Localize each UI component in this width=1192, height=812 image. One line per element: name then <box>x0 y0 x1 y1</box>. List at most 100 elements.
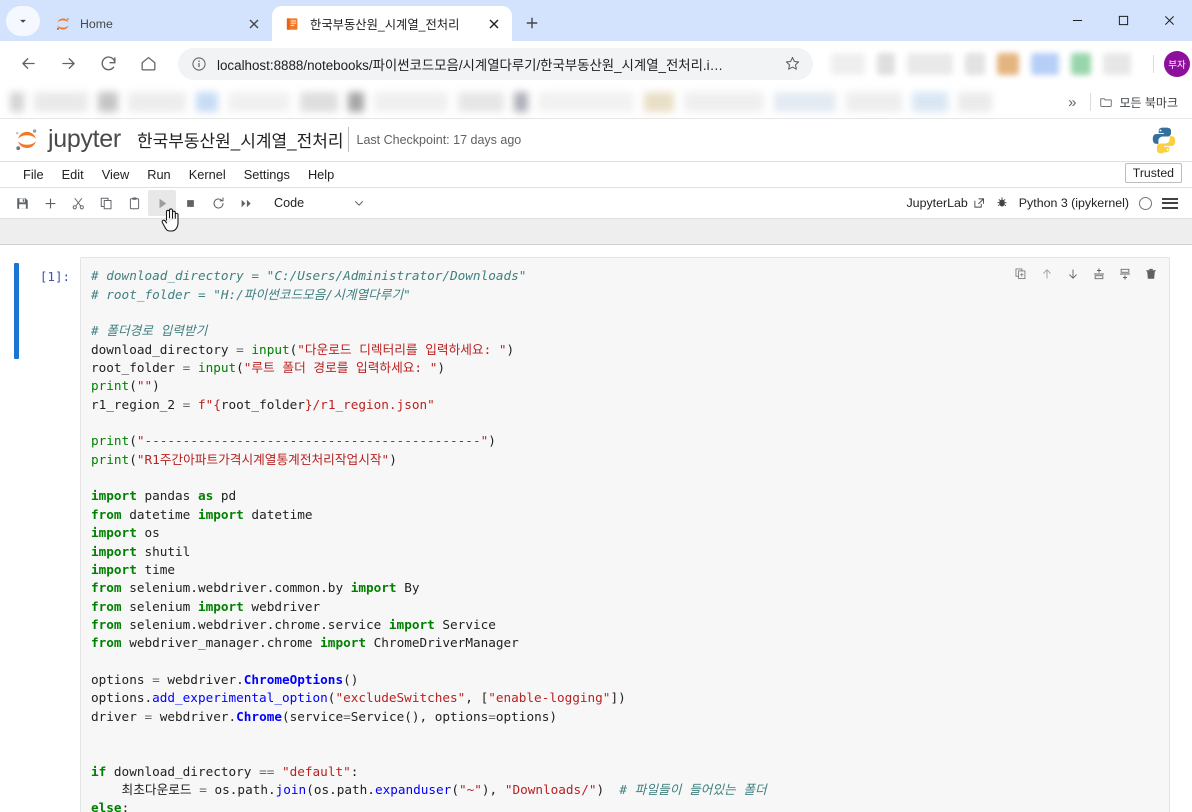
last-checkpoint-label: Last Checkpoint: 17 days ago <box>356 132 522 147</box>
bookmark-item-blurred[interactable] <box>644 92 674 112</box>
extension-icon-blurred[interactable] <box>1103 52 1131 75</box>
notebook-name[interactable]: 한국부동산원_시계열_전처리 <box>137 127 349 153</box>
paste-cell-button[interactable] <box>120 190 148 216</box>
jupyterlab-link[interactable]: JupyterLab <box>906 196 984 210</box>
forward-arrow-icon[interactable] <box>53 49 83 79</box>
all-bookmarks-button[interactable]: 모든 북마크 <box>1099 94 1184 111</box>
menu-edit[interactable]: Edit <box>53 164 93 185</box>
tab-strip: Home 한국부동산원_시계열_전처리 <box>0 0 1192 41</box>
move-cell-down-icon[interactable] <box>1061 263 1085 285</box>
close-icon[interactable] <box>484 14 504 34</box>
insert-cell-above-icon[interactable] <box>1087 263 1111 285</box>
cell-execution-prompt: [1]: <box>39 269 70 285</box>
jupyter-logo[interactable]: jupyter <box>14 125 121 154</box>
tab-search-button[interactable] <box>6 6 40 36</box>
extension-icon-blurred[interactable] <box>997 52 1019 75</box>
menu-help[interactable]: Help <box>299 164 343 185</box>
interrupt-kernel-button[interactable] <box>176 190 204 216</box>
jupyter-toolbar: Code JupyterLab Python 3 (ipykernel) <box>0 188 1192 220</box>
bookmark-item-blurred[interactable] <box>846 92 902 112</box>
insert-cell-below-icon[interactable] <box>1113 263 1137 285</box>
restart-kernel-button[interactable] <box>204 190 232 216</box>
bookmark-item-blurred[interactable] <box>98 92 118 112</box>
save-button[interactable] <box>8 190 36 216</box>
notebook-panel-menu-icon[interactable] <box>1162 197 1178 209</box>
maximize-button[interactable] <box>1100 0 1146 41</box>
cut-cell-button[interactable] <box>64 190 92 216</box>
bookmark-item-blurred[interactable] <box>348 92 364 112</box>
debugger-icon[interactable] <box>995 195 1009 212</box>
menu-file[interactable]: File <box>14 164 53 185</box>
jupyter-logo-icon <box>16 129 37 150</box>
scissors-icon <box>72 197 84 209</box>
cell-source-code[interactable]: # download_directory = "C:/Users/Adminis… <box>81 258 1169 812</box>
back-arrow-icon[interactable] <box>13 49 43 79</box>
close-icon[interactable] <box>244 14 264 34</box>
jupyterlab-label: JupyterLab <box>906 196 968 211</box>
restart-run-all-button[interactable] <box>232 190 260 216</box>
bookmarks-bar: » 모든 북마크 <box>0 86 1192 119</box>
site-info-icon[interactable] <box>190 55 208 73</box>
close-window-button[interactable] <box>1146 0 1192 41</box>
bookmark-item-blurred[interactable] <box>538 92 634 112</box>
copy-cell-button[interactable] <box>92 190 120 216</box>
notebook-icon <box>284 15 301 32</box>
bookmark-item-blurred[interactable] <box>228 92 290 112</box>
notebook-cell[interactable]: [1]: # download_directory = "C:/Users/Ad… <box>0 257 1192 812</box>
bookmark-item-blurred[interactable] <box>374 92 448 112</box>
run-cell-button[interactable] <box>148 190 176 217</box>
new-tab-button[interactable] <box>518 9 546 37</box>
bookmark-item-blurred[interactable] <box>458 92 504 112</box>
menu-view[interactable]: View <box>93 164 139 185</box>
extension-icon-blurred[interactable] <box>907 52 953 75</box>
bookmarks-overflow-icon[interactable]: » <box>1062 94 1082 111</box>
browser-tab-notebook[interactable]: 한국부동산원_시계열_전처리 <box>272 6 512 41</box>
menu-settings[interactable]: Settings <box>235 164 299 185</box>
jupyter-toolbar-right: JupyterLab Python 3 (ipykernel) <box>906 195 1184 212</box>
notebook-scroll-area[interactable]: [1]: # download_directory = "C:/Users/Ad… <box>0 245 1192 812</box>
reload-icon[interactable] <box>93 49 123 79</box>
extension-icon-blurred[interactable] <box>877 52 895 75</box>
bookmark-item-blurred[interactable] <box>34 92 88 112</box>
bookmark-item-blurred[interactable] <box>514 92 528 112</box>
jupyter-menubar: File Edit View Run Kernel Settings Help … <box>0 162 1192 188</box>
cell-input-area[interactable]: # download_directory = "C:/Users/Adminis… <box>80 257 1170 812</box>
address-bar[interactable]: localhost:8888/notebooks/파이썬코드모음/시계열다루기/… <box>178 47 813 80</box>
extension-icon-blurred[interactable] <box>1071 52 1091 75</box>
home-icon[interactable] <box>133 49 163 79</box>
bookmark-star-icon[interactable] <box>781 53 803 75</box>
menu-kernel[interactable]: Kernel <box>180 164 235 185</box>
bookmark-item-blurred[interactable] <box>128 92 186 112</box>
profile-avatar[interactable]: 부자 <box>1164 50 1190 77</box>
bookmark-item-blurred[interactable] <box>912 92 948 112</box>
delete-cell-icon[interactable] <box>1139 263 1163 285</box>
extension-icon-blurred[interactable] <box>965 52 985 75</box>
bookmark-item-blurred[interactable] <box>958 92 992 112</box>
kernel-status-indicator[interactable] <box>1139 196 1152 210</box>
duplicate-cell-icon[interactable] <box>1009 263 1033 285</box>
menu-run[interactable]: Run <box>138 164 179 185</box>
jupyter-wordmark: jupyter <box>48 125 121 154</box>
minimize-button[interactable] <box>1054 0 1100 41</box>
bookmark-item-blurred[interactable] <box>300 92 338 112</box>
bookmark-item-blurred[interactable] <box>196 92 218 112</box>
window-controls <box>1054 0 1192 41</box>
python-logo-icon <box>1150 126 1178 154</box>
extension-icon-blurred[interactable] <box>831 52 865 75</box>
bookmark-item-blurred[interactable] <box>10 92 24 112</box>
cell-type-select[interactable]: Code <box>270 194 370 212</box>
copy-icon <box>100 197 111 209</box>
move-cell-up-icon[interactable] <box>1035 263 1059 285</box>
insert-cell-button[interactable] <box>36 190 64 216</box>
browser-tab-home[interactable]: Home <box>42 6 272 41</box>
address-bar-url: localhost:8888/notebooks/파이썬코드모음/시계열다루기/… <box>217 57 723 73</box>
trusted-badge[interactable]: Trusted <box>1124 162 1182 183</box>
notebook-scrollbar[interactable] <box>1183 245 1192 812</box>
bookmark-item-blurred[interactable] <box>774 92 836 112</box>
tab-title: Home <box>80 16 113 31</box>
kernel-name-label[interactable]: Python 3 (ipykernel) <box>1019 196 1129 210</box>
extension-icon-blurred[interactable] <box>1031 52 1059 75</box>
browser-toolbar: localhost:8888/notebooks/파이썬코드모음/시계열다루기/… <box>0 41 1192 86</box>
toolbar-divider <box>1153 54 1154 73</box>
bookmark-item-blurred[interactable] <box>684 92 764 112</box>
